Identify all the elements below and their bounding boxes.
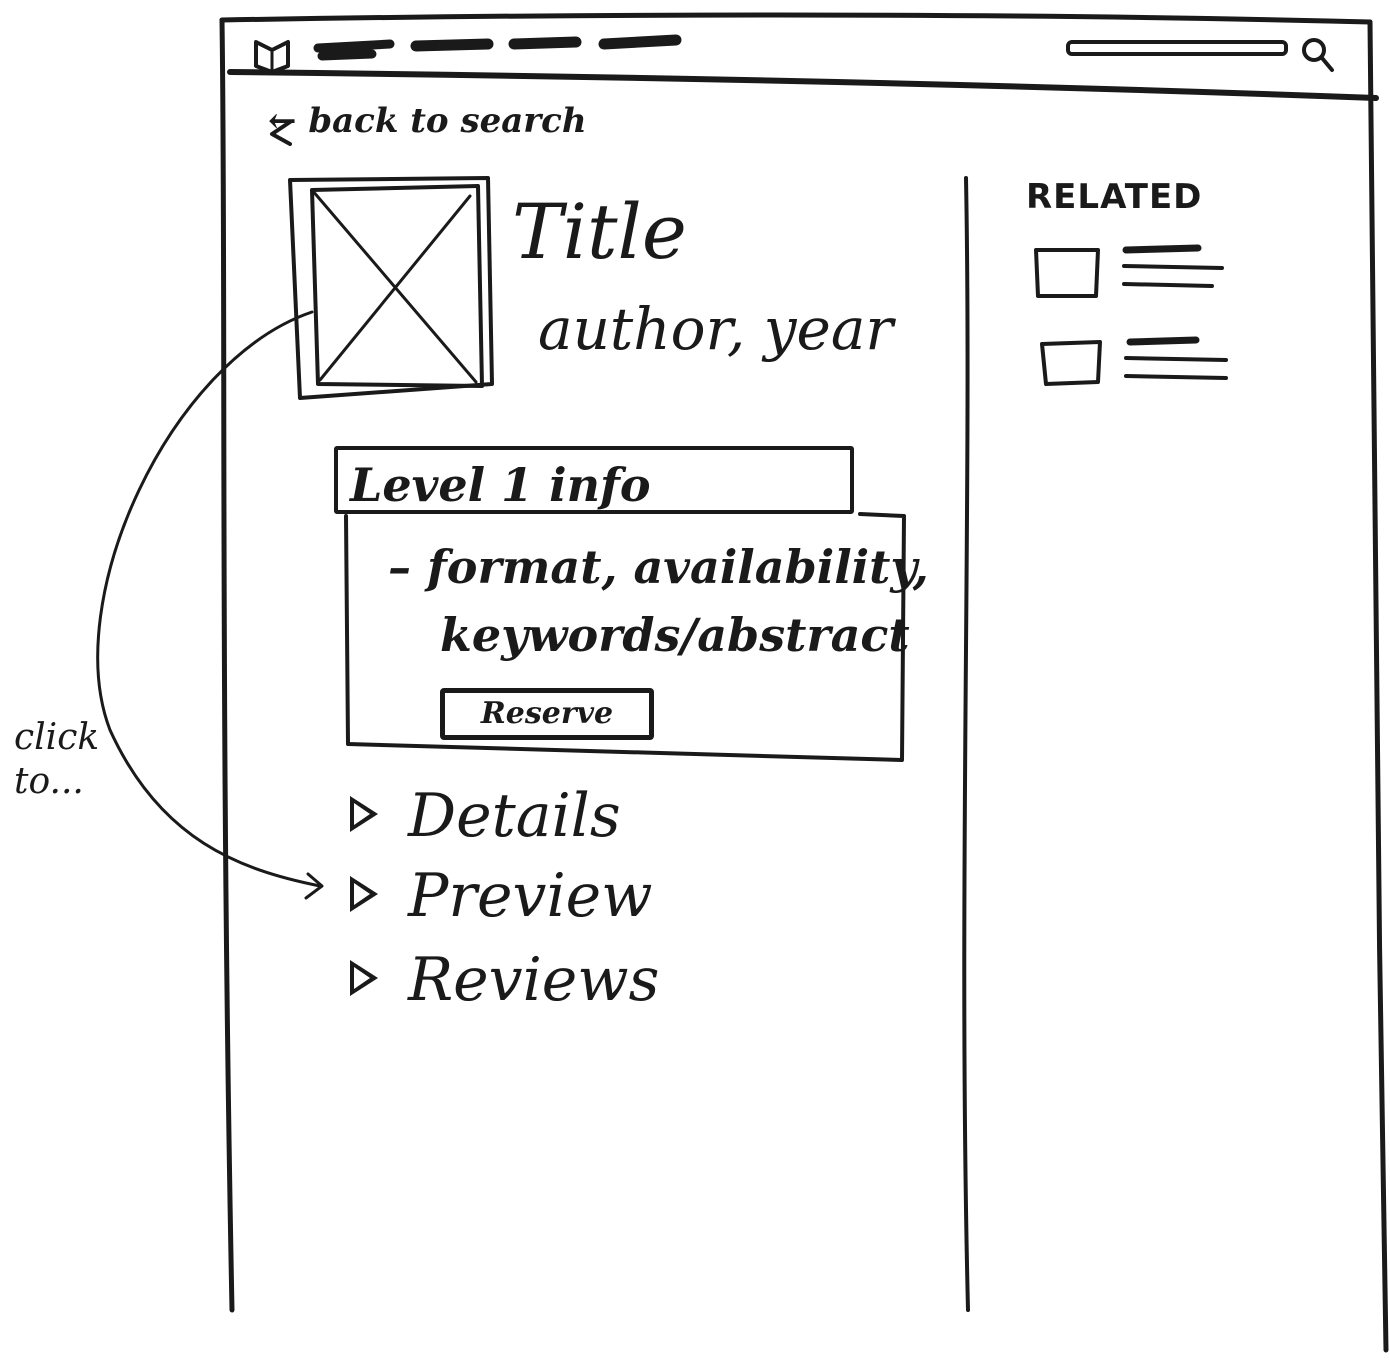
annotation-line-2: to... bbox=[14, 761, 84, 802]
window-frame-right bbox=[1367, 19, 1389, 1353]
level1-heading: Level 1 info bbox=[350, 458, 651, 512]
page-title: Title bbox=[512, 187, 687, 276]
annotation-line-1: click bbox=[14, 717, 100, 758]
expand-triangle-icon bbox=[350, 876, 378, 912]
author-year: author, year bbox=[538, 295, 894, 363]
related-item-1[interactable] bbox=[1034, 244, 1224, 298]
accordion-label: Reviews bbox=[408, 945, 660, 1015]
reserve-button[interactable]: Reserve bbox=[440, 688, 654, 740]
search-input[interactable] bbox=[1066, 40, 1288, 56]
accordion-label: Preview bbox=[408, 861, 653, 931]
book-icon[interactable] bbox=[254, 40, 290, 74]
nav-item-2[interactable] bbox=[410, 38, 494, 52]
annotation-arrow bbox=[96, 310, 322, 888]
search-icon[interactable] bbox=[1302, 38, 1334, 72]
level1-info-line-2: keywords/abstract bbox=[440, 608, 910, 662]
level1-info-text-1: format, availability, bbox=[427, 540, 929, 594]
thumbnail-placeholder-icon bbox=[1040, 340, 1102, 386]
thumbnail-placeholder-icon bbox=[1034, 248, 1100, 298]
level1-info-line-1: – format, availability, bbox=[388, 544, 929, 590]
nav-item-4[interactable] bbox=[598, 34, 682, 50]
related-heading: RELATED bbox=[1026, 177, 1203, 217]
click-annotation: click to... bbox=[14, 716, 99, 804]
expand-triangle-icon bbox=[350, 960, 378, 996]
nav-item-3[interactable] bbox=[508, 36, 582, 50]
nav-item-1[interactable] bbox=[313, 39, 395, 61]
header-divider bbox=[227, 69, 1379, 101]
sidebar-divider bbox=[962, 176, 970, 1312]
related-item-2[interactable] bbox=[1040, 336, 1228, 386]
window-frame-top bbox=[219, 12, 1373, 25]
bullet-dash: – bbox=[388, 540, 411, 594]
back-to-search-link[interactable]: ← back to search bbox=[268, 104, 587, 138]
reserve-button-label: Reserve bbox=[480, 696, 614, 731]
accordion-label: Details bbox=[408, 781, 621, 851]
window-frame-left bbox=[219, 17, 235, 1313]
image-placeholder-icon bbox=[288, 176, 494, 400]
expand-triangle-icon bbox=[350, 796, 378, 832]
